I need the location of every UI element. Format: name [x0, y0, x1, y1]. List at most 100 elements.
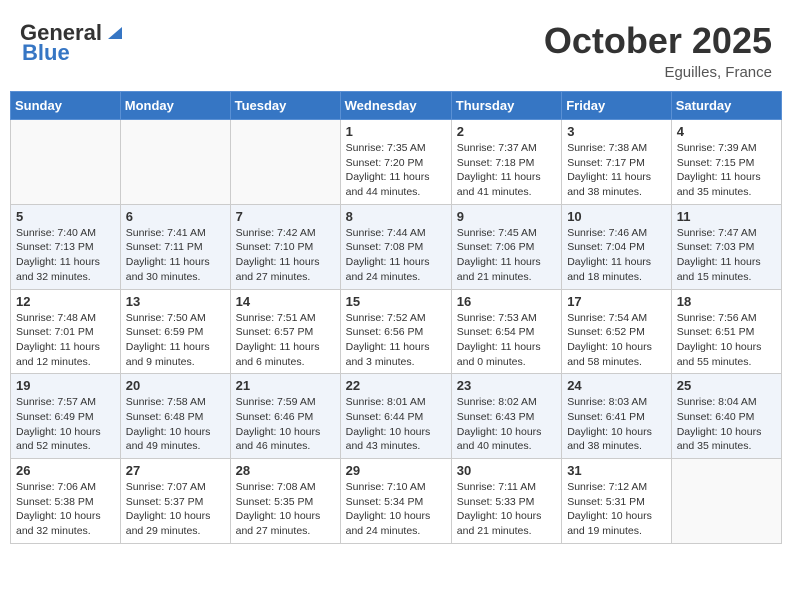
day-info: Sunrise: 7:46 AMSunset: 7:04 PMDaylight:…	[567, 226, 666, 285]
day-info: Sunrise: 7:35 AMSunset: 7:20 PMDaylight:…	[346, 141, 446, 200]
calendar-week-row: 1 Sunrise: 7:35 AMSunset: 7:20 PMDaylight…	[11, 120, 782, 205]
header-sunday: Sunday	[11, 92, 121, 120]
table-row: 23 Sunrise: 8:02 AMSunset: 6:43 PMDayligh…	[451, 374, 561, 459]
table-row: 30Sunrise: 7:11 AMSunset: 5:33 PMDayligh…	[451, 459, 561, 544]
day-info: Sunrise: 7:08 AMSunset: 5:35 PMDaylight:…	[236, 480, 335, 539]
day-info: Sunrise: 7:54 AMSunset: 6:52 PMDaylight:…	[567, 311, 666, 370]
day-number: 8	[346, 209, 446, 224]
header-tuesday: Tuesday	[230, 92, 340, 120]
table-row: 20 Sunrise: 7:58 AMSunset: 6:48 PMDayligh…	[120, 374, 230, 459]
calendar-header-row: Sunday Monday Tuesday Wednesday Thursday…	[11, 92, 782, 120]
table-row	[671, 459, 781, 544]
day-number: 7	[236, 209, 335, 224]
day-number: 30	[457, 463, 556, 478]
day-info: Sunrise: 7:39 AMSunset: 7:15 PMDaylight:…	[677, 141, 776, 200]
day-info: Sunrise: 7:38 AMSunset: 7:17 PMDaylight:…	[567, 141, 666, 200]
table-row: 13Sunrise: 7:50 AMSunset: 6:59 PMDayligh…	[120, 289, 230, 374]
table-row: 14Sunrise: 7:51 AMSunset: 6:57 PMDayligh…	[230, 289, 340, 374]
day-info: Sunrise: 7:07 AMSunset: 5:37 PMDaylight:…	[126, 480, 225, 539]
day-info: Sunrise: 8:03 AMSunset: 6:41 PMDaylight:…	[567, 395, 666, 454]
table-row: 25 Sunrise: 8:04 AMSunset: 6:40 PMDayligh…	[671, 374, 781, 459]
table-row: 3 Sunrise: 7:38 AMSunset: 7:17 PMDaylight…	[562, 120, 672, 205]
day-number: 9	[457, 209, 556, 224]
header-monday: Monday	[120, 92, 230, 120]
calendar-week-row: 19 Sunrise: 7:57 AMSunset: 6:49 PMDayligh…	[11, 374, 782, 459]
table-row	[230, 120, 340, 205]
table-row: 9 Sunrise: 7:45 AMSunset: 7:06 PMDaylight…	[451, 204, 561, 289]
day-info: Sunrise: 7:41 AMSunset: 7:11 PMDaylight:…	[126, 226, 225, 285]
table-row: 27 Sunrise: 7:07 AMSunset: 5:37 PMDayligh…	[120, 459, 230, 544]
header-saturday: Saturday	[671, 92, 781, 120]
day-info: Sunrise: 7:45 AMSunset: 7:06 PMDaylight:…	[457, 226, 556, 285]
table-row: 15 Sunrise: 7:52 AMSunset: 6:56 PMDayligh…	[340, 289, 451, 374]
day-number: 26	[16, 463, 115, 478]
table-row	[11, 120, 121, 205]
day-info: Sunrise: 7:57 AMSunset: 6:49 PMDaylight:…	[16, 395, 115, 454]
day-number: 6	[126, 209, 225, 224]
day-info: Sunrise: 7:58 AMSunset: 6:48 PMDaylight:…	[126, 395, 225, 454]
day-info: Sunrise: 7:37 AMSunset: 7:18 PMDaylight:…	[457, 141, 556, 200]
day-info: Sunrise: 7:56 AMSunset: 6:51 PMDaylight:…	[677, 311, 776, 370]
table-row: 21 Sunrise: 7:59 AMSunset: 6:46 PMDayligh…	[230, 374, 340, 459]
location: Eguilles, France	[544, 64, 772, 81]
day-number: 28	[236, 463, 335, 478]
table-row: 31 Sunrise: 7:12 AMSunset: 5:31 PMDayligh…	[562, 459, 672, 544]
day-number: 24	[567, 378, 666, 393]
day-info: Sunrise: 7:59 AMSunset: 6:46 PMDaylight:…	[236, 395, 335, 454]
header-friday: Friday	[562, 92, 672, 120]
day-number: 3	[567, 124, 666, 139]
day-number: 31	[567, 463, 666, 478]
table-row: 22Sunrise: 8:01 AMSunset: 6:44 PMDayligh…	[340, 374, 451, 459]
table-row: 11Sunrise: 7:47 AMSunset: 7:03 PMDayligh…	[671, 204, 781, 289]
day-info: Sunrise: 7:48 AMSunset: 7:01 PMDaylight:…	[16, 311, 115, 370]
logo-icon	[104, 21, 126, 43]
day-number: 12	[16, 294, 115, 309]
day-number: 2	[457, 124, 556, 139]
calendar-week-row: 26Sunrise: 7:06 AMSunset: 5:38 PMDayligh…	[11, 459, 782, 544]
title-section: October 2025 Eguilles, France	[544, 20, 772, 81]
day-number: 11	[677, 209, 776, 224]
table-row: 26Sunrise: 7:06 AMSunset: 5:38 PMDayligh…	[11, 459, 121, 544]
header-wednesday: Wednesday	[340, 92, 451, 120]
day-info: Sunrise: 7:53 AMSunset: 6:54 PMDaylight:…	[457, 311, 556, 370]
day-number: 21	[236, 378, 335, 393]
table-row: 28 Sunrise: 7:08 AMSunset: 5:35 PMDayligh…	[230, 459, 340, 544]
day-number: 27	[126, 463, 225, 478]
day-info: Sunrise: 8:04 AMSunset: 6:40 PMDaylight:…	[677, 395, 776, 454]
calendar-table: Sunday Monday Tuesday Wednesday Thursday…	[10, 91, 782, 544]
table-row: 10Sunrise: 7:46 AMSunset: 7:04 PMDayligh…	[562, 204, 672, 289]
day-number: 13	[126, 294, 225, 309]
day-number: 1	[346, 124, 446, 139]
table-row: 7Sunrise: 7:42 AMSunset: 7:10 PMDaylight…	[230, 204, 340, 289]
day-number: 22	[346, 378, 446, 393]
table-row: 18 Sunrise: 7:56 AMSunset: 6:51 PMDayligh…	[671, 289, 781, 374]
day-info: Sunrise: 7:52 AMSunset: 6:56 PMDaylight:…	[346, 311, 446, 370]
page-header: General Blue October 2025 Eguilles, Fran…	[10, 10, 782, 86]
day-number: 5	[16, 209, 115, 224]
day-number: 25	[677, 378, 776, 393]
day-info: Sunrise: 7:40 AMSunset: 7:13 PMDaylight:…	[16, 226, 115, 285]
day-info: Sunrise: 8:02 AMSunset: 6:43 PMDaylight:…	[457, 395, 556, 454]
table-row: 19 Sunrise: 7:57 AMSunset: 6:49 PMDayligh…	[11, 374, 121, 459]
table-row: 1 Sunrise: 7:35 AMSunset: 7:20 PMDaylight…	[340, 120, 451, 205]
day-info: Sunrise: 7:12 AMSunset: 5:31 PMDaylight:…	[567, 480, 666, 539]
logo: General Blue	[20, 20, 126, 66]
table-row: 17 Sunrise: 7:54 AMSunset: 6:52 PMDayligh…	[562, 289, 672, 374]
day-number: 16	[457, 294, 556, 309]
table-row: 8Sunrise: 7:44 AMSunset: 7:08 PMDaylight…	[340, 204, 451, 289]
day-info: Sunrise: 7:10 AMSunset: 5:34 PMDaylight:…	[346, 480, 446, 539]
day-number: 18	[677, 294, 776, 309]
day-number: 4	[677, 124, 776, 139]
table-row	[120, 120, 230, 205]
day-number: 20	[126, 378, 225, 393]
day-number: 17	[567, 294, 666, 309]
table-row: 5 Sunrise: 7:40 AMSunset: 7:13 PMDaylight…	[11, 204, 121, 289]
day-number: 23	[457, 378, 556, 393]
month-title: October 2025	[544, 20, 772, 62]
table-row: 24 Sunrise: 8:03 AMSunset: 6:41 PMDayligh…	[562, 374, 672, 459]
day-number: 29	[346, 463, 446, 478]
day-number: 19	[16, 378, 115, 393]
header-thursday: Thursday	[451, 92, 561, 120]
day-number: 15	[346, 294, 446, 309]
calendar-week-row: 12 Sunrise: 7:48 AMSunset: 7:01 PMDayligh…	[11, 289, 782, 374]
